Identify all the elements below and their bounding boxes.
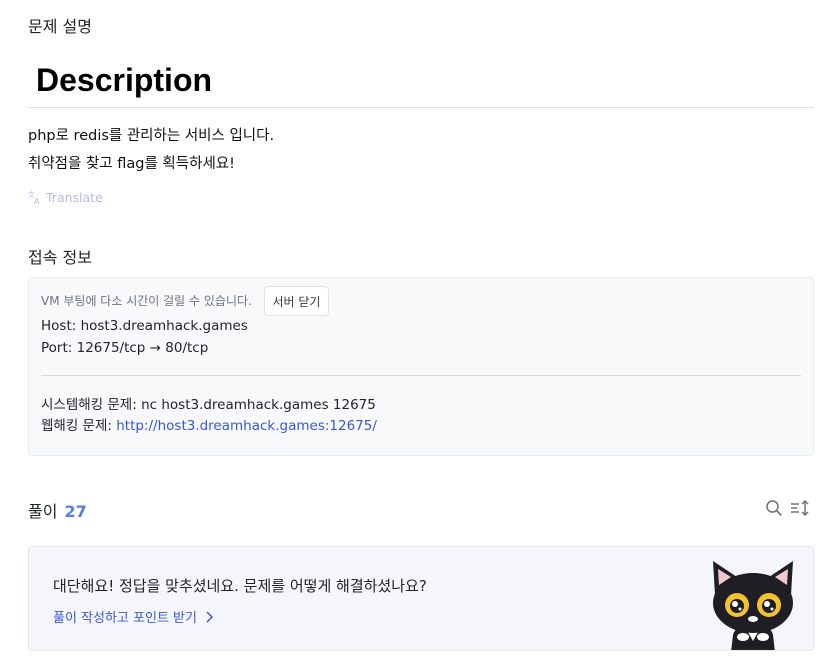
description-line-1: php로 redis를 관리하는 서비스 입니다. <box>28 128 275 144</box>
description-section-title: 문제 설명 <box>28 17 92 36</box>
search-icon[interactable] <box>765 499 783 521</box>
write-solution-banner: 대단해요! 정답을 맞추셨네요. 문제를 어떻게 해결하셨나요? 풀이 작성하고… <box>28 546 814 651</box>
vm-boot-note: VM 부팅에 다소 시간이 걸릴 수 있습니다. <box>41 294 252 308</box>
cat-mascot-icon <box>713 561 793 650</box>
system-hacking-command: 시스템해킹 문제: nc host3.dreamhack.games 12675 <box>41 397 376 413</box>
close-server-button[interactable]: 서버 닫기 <box>264 286 329 316</box>
chevron-right-icon <box>206 610 213 623</box>
sort-icon[interactable] <box>789 499 811 521</box>
solutions-count: 27 <box>64 502 87 521</box>
translate-label: Translate <box>46 190 103 205</box>
description-heading-block: Description <box>28 58 814 108</box>
web-hacking-label: 웹해킹 문제: <box>41 418 117 434</box>
translate-icon: 文 A <box>28 190 40 205</box>
svg-text:A: A <box>34 197 40 205</box>
connection-section-title: 접속 정보 <box>28 248 92 267</box>
banner-title: 대단해요! 정답을 맞추셨네요. 문제를 어떻게 해결하셨나요? <box>53 577 427 595</box>
divider <box>41 375 801 376</box>
port-info: Port: 12675/tcp → 80/tcp <box>41 340 209 356</box>
description-heading: Description <box>36 62 213 98</box>
web-hacking-link[interactable]: http://host3.dreamhack.games:12675/ <box>116 418 377 434</box>
host-info: Host: host3.dreamhack.games <box>41 318 248 334</box>
solutions-header: 풀이 27 <box>28 498 87 522</box>
translate-button[interactable]: 文 A Translate <box>28 190 103 205</box>
description-line-2: 취약점을 찾고 flag를 획득하세요! <box>28 156 235 172</box>
write-solution-link[interactable]: 풀이 작성하고 포인트 받기 <box>53 607 213 626</box>
solutions-tools <box>765 499 811 521</box>
web-hacking-info: 웹해킹 문제: http://host3.dreamhack.games:126… <box>41 414 377 434</box>
connection-info-box: VM 부팅에 다소 시간이 걸릴 수 있습니다. 서버 닫기 Host: hos… <box>28 277 814 456</box>
solutions-label: 풀이 <box>28 502 58 521</box>
write-solution-label: 풀이 작성하고 포인트 받기 <box>53 611 197 626</box>
